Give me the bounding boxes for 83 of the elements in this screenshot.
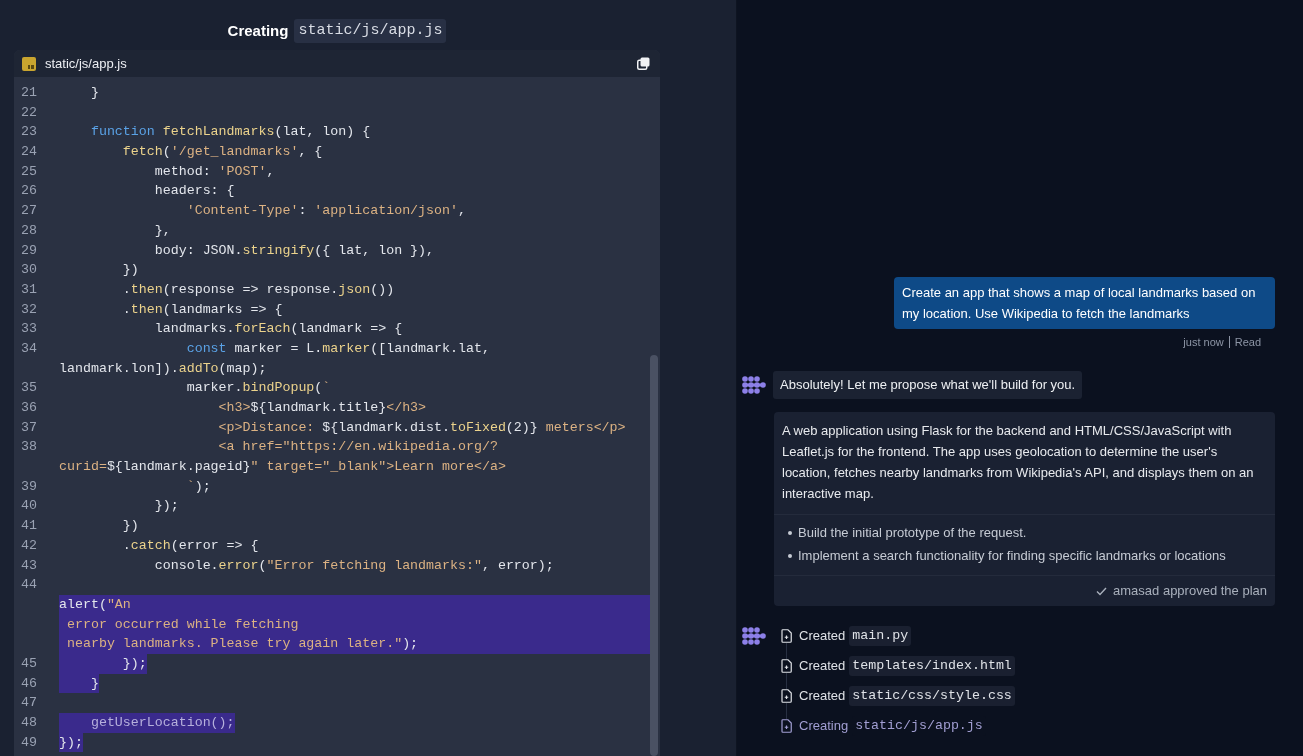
- file-path: static/css/style.css: [849, 686, 1015, 706]
- line-number: 40: [21, 497, 38, 516]
- code-line: <h3>${landmark.title}</h3>: [217, 399, 427, 417]
- file-type-icon: [22, 56, 36, 71]
- approval-status: amasad approved the plan: [1113, 582, 1267, 601]
- line-number: 38: [21, 438, 38, 457]
- agent-message: Absolutely! Let me propose what we'll build for you.: [773, 371, 1083, 399]
- code-line: fetch('/get_landmarks', {: [121, 143, 323, 162]
- code-line: .catch(error => {: [121, 536, 259, 555]
- code-line: landmark.lon]).addTo(map);: [59, 359, 267, 378]
- line-number: 25: [21, 162, 38, 181]
- line-number: 44: [21, 576, 38, 595]
- code-line: `);: [185, 477, 211, 496]
- heading-text: Creating: [227, 20, 289, 41]
- bullet-icon: [788, 530, 792, 535]
- file-action: Created: [799, 627, 846, 646]
- line-number: 33: [21, 320, 38, 339]
- code-line: }): [121, 261, 139, 280]
- line-number: 22: [21, 103, 38, 122]
- line-number: 37: [21, 418, 38, 437]
- file-icon: [781, 659, 792, 673]
- code-line: },: [153, 221, 171, 240]
- line-number: 39: [21, 477, 38, 496]
- code-line: body: JSON.stringify({ lat, lon }),: [153, 241, 435, 260]
- code-line: function fetchLandmarks(lat, lon) {: [89, 123, 371, 142]
- file-icon: [781, 629, 792, 643]
- line-number: 47: [21, 694, 38, 713]
- code-line: landmarks.forEach(landmark => {: [153, 320, 403, 339]
- line-number: 42: [21, 536, 38, 555]
- plan-step: Build the initial prototype of the request.: [798, 522, 1027, 543]
- user-message: Create an app that shows a map of local landmarks based on my location. Use Wikipedia to fetch the landmarks: [894, 277, 1275, 329]
- line-number: 46: [21, 674, 38, 693]
- file-path: main.py: [849, 626, 912, 646]
- read-receipt: Read: [1234, 334, 1261, 350]
- code-line: .then(response => response.json()): [121, 280, 395, 299]
- plan-step: Implement a search functionality for finding specific landmarks or locations: [798, 545, 1226, 566]
- code-line: headers: {: [153, 182, 235, 201]
- code-line: marker.bindPopup(`: [185, 379, 331, 398]
- check-icon: [1096, 586, 1108, 596]
- dot-cluster-icon: [742, 376, 766, 394]
- line-number: 21: [21, 84, 38, 102]
- code-line: }: [89, 84, 99, 102]
- code-line: const marker = L.marker([landmark.lat,: [185, 339, 490, 358]
- file-path: templates/index.html: [849, 656, 1015, 676]
- line-number: 45: [21, 654, 38, 673]
- copy-icon[interactable]: [637, 57, 650, 70]
- line-number: 30: [21, 261, 38, 280]
- file-action: Creating: [799, 717, 849, 736]
- line-number: 29: [21, 241, 38, 260]
- code-line: method: 'POST',: [153, 162, 275, 181]
- line-number: 43: [21, 556, 38, 575]
- file-action: Created: [799, 687, 846, 706]
- line-number: 32: [21, 300, 38, 319]
- code-line: }): [121, 517, 139, 536]
- bullet-icon: [788, 553, 792, 558]
- file-icon: [781, 719, 792, 733]
- code-line: });: [153, 497, 179, 516]
- line-number: 24: [21, 143, 38, 162]
- line-number: 34: [21, 339, 38, 358]
- line-number: 27: [21, 202, 38, 221]
- message-time: just now: [1183, 334, 1224, 350]
- line-number: 36: [21, 399, 38, 417]
- code-line: <a href="https://en.wikipedia.org/?: [217, 438, 498, 457]
- line-number: 49: [21, 733, 38, 752]
- file-action: Created: [799, 657, 846, 676]
- file-path: static/js/app.js: [294, 18, 447, 44]
- plan-description: A web application using Flask for the backend and HTML/CSS/JavaScript with Leaflet.js for the frontend. The app uses geolocation to determine the user's location, fetches nearby landmarks from Wikipedia's API, and displays them on an interactive map.: [782, 422, 1255, 503]
- line-number: 35: [21, 379, 38, 398]
- line-number: 48: [21, 714, 38, 732]
- code-line: curid=${landmark.pageid}" target="_blank">Learn more</a>: [59, 458, 506, 477]
- line-number: 28: [21, 221, 38, 240]
- code-line: <p>Distance: ${landmark.dist.toFixed(2)} meters</p>: [217, 418, 626, 437]
- line-number: 31: [21, 280, 38, 299]
- code-line: 'Content-Type': 'application/json',: [185, 202, 466, 221]
- file-name: static/js/app.js: [45, 54, 127, 73]
- code-line: console.error("Error fetching landmarks:", error);: [153, 556, 554, 575]
- code-line: .then(landmarks => {: [121, 300, 283, 319]
- scrollbar-thumb[interactable]: [650, 355, 658, 756]
- line-number: 41: [21, 517, 38, 536]
- dot-cluster-icon: [742, 627, 766, 645]
- line-number: 23: [21, 123, 38, 142]
- file-icon: [781, 689, 792, 703]
- line-number: 26: [21, 182, 38, 201]
